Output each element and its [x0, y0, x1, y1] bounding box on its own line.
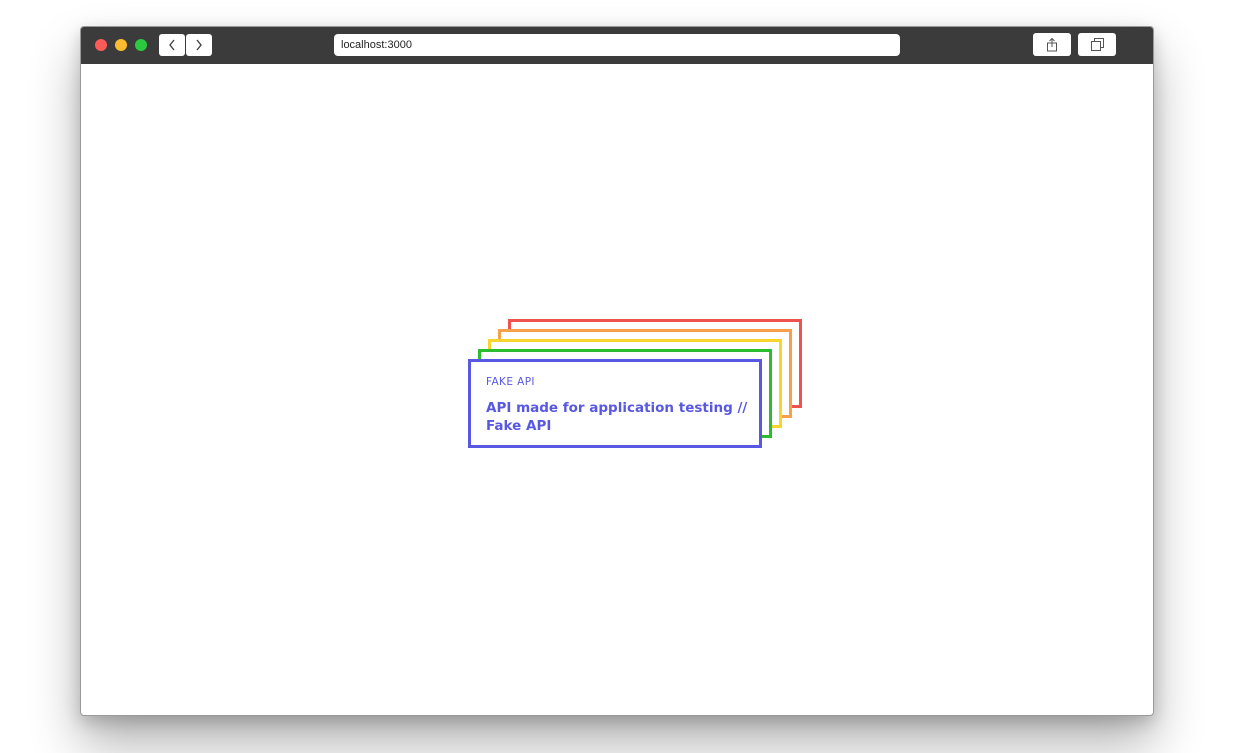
zoom-window-button[interactable]: [135, 39, 147, 51]
browser-window: localhost:3000 FAKE API API made for app…: [80, 26, 1154, 716]
card-title: API made for application testing // Fake…: [486, 400, 748, 434]
address-bar-url: localhost:3000: [341, 39, 412, 51]
close-window-button[interactable]: [95, 39, 107, 51]
share-button[interactable]: [1033, 33, 1071, 56]
chevron-left-icon: [169, 39, 175, 51]
browser-titlebar: localhost:3000: [81, 27, 1153, 64]
tabs-icon: [1090, 38, 1104, 51]
chevron-right-icon: [196, 39, 202, 51]
fake-api-card[interactable]: FAKE API API made for application testin…: [468, 359, 762, 448]
back-button[interactable]: [159, 34, 185, 56]
card-label: FAKE API: [486, 376, 535, 388]
minimize-window-button[interactable]: [115, 39, 127, 51]
share-icon: [1047, 37, 1057, 51]
forward-button[interactable]: [186, 34, 212, 56]
tabs-button[interactable]: [1078, 33, 1116, 56]
address-bar[interactable]: localhost:3000: [334, 34, 900, 56]
